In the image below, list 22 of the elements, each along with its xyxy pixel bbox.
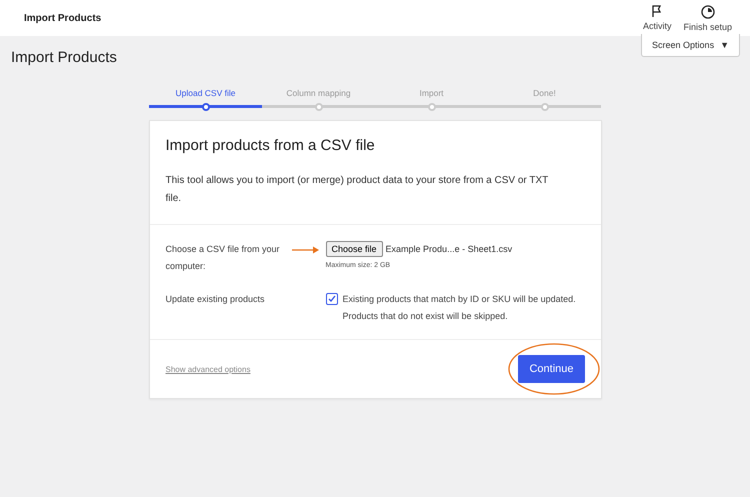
file-name: Example Produ...e - Sheet1.csv (386, 244, 512, 254)
field-label: Choose a CSV file from your computer: (166, 243, 281, 273)
step-label: Column mapping (286, 88, 351, 98)
page-title: Import Products (11, 49, 117, 66)
card-title: Import products from a CSV file (166, 137, 376, 154)
screen-options-button[interactable]: Screen Options ▼ (641, 34, 740, 57)
continue-button[interactable]: Continue (518, 355, 584, 383)
step-label: Import (419, 88, 444, 98)
flag-icon (651, 5, 664, 18)
choose-file-button[interactable]: Choose file (326, 241, 383, 257)
step-label: Done! (533, 88, 556, 98)
field-label: Update existing products (166, 293, 266, 306)
toolbar-button[interactable]: Activity (636, 5, 678, 31)
app-title: Import Products (24, 12, 102, 24)
pie-chart-icon (700, 4, 715, 18)
toolbar-button[interactable]: Finish setup (677, 4, 738, 32)
update-checkbox[interactable] (326, 293, 338, 305)
checkbox-label: Existing products that match by ID or SKU will be updated. Products that do not exist will be skipped. (342, 293, 577, 323)
description-text: This tool allows you to import (or merge) product data to your store from a CSV or TXT file. (166, 174, 550, 206)
step-label: Upload CSV file (175, 88, 236, 98)
advanced-options-link[interactable]: Show advanced options (166, 364, 250, 374)
arrow-annotation (292, 246, 320, 254)
